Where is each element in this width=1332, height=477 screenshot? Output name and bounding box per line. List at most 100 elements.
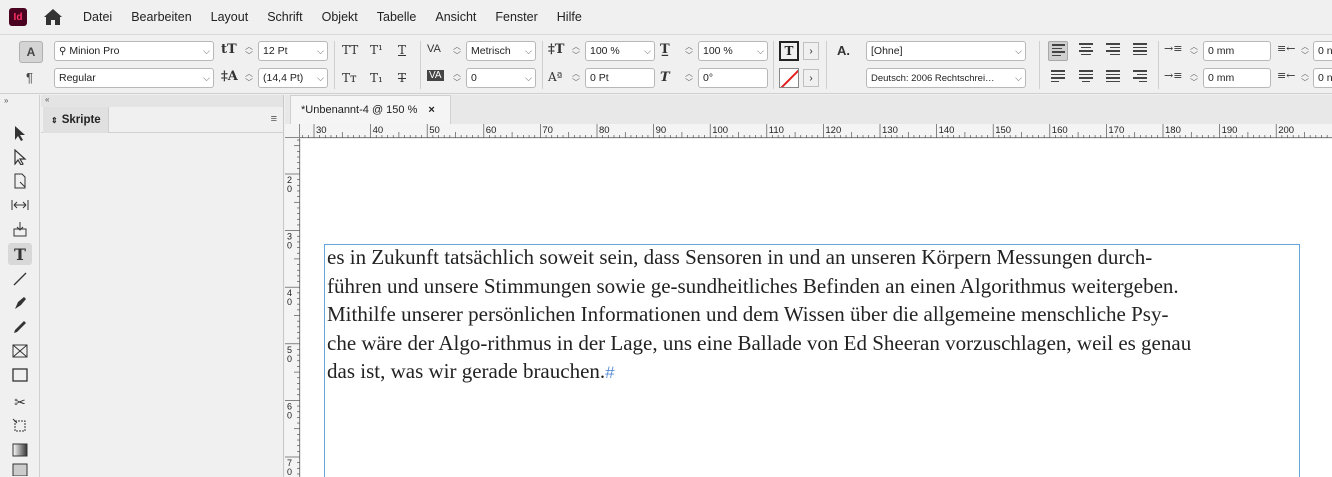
gradient-tool-icon[interactable]	[8, 439, 32, 461]
chevron-right-icon[interactable]: ›	[803, 42, 819, 60]
strikethrough-icon[interactable]: T	[398, 71, 406, 85]
menu-schrift[interactable]: Schrift	[267, 10, 302, 24]
menu-objekt[interactable]: Objekt	[322, 10, 358, 24]
font-size-stepper[interactable]: ︿ ﹀	[243, 42, 255, 62]
chevron-right-icon[interactable]: ›	[803, 69, 819, 87]
menu-fenster[interactable]: Fenster	[495, 10, 537, 24]
selection-tool-icon[interactable]	[8, 122, 32, 144]
rectangle-frame-tool-icon[interactable]	[8, 340, 32, 362]
chevron-down-icon[interactable]: ⌵	[525, 46, 532, 57]
paragraph-formatting-icon[interactable]: ¶	[26, 70, 33, 85]
baseline-shift-field[interactable]: 0 Pt	[585, 68, 655, 88]
align-towards-spine-icon[interactable]	[1130, 68, 1150, 88]
horizontal-scale-icon: T̲	[660, 42, 670, 57]
chevron-down-icon[interactable]: ⌵	[644, 46, 651, 57]
font-style-field[interactable]: Regular ⌵	[54, 68, 214, 88]
leading-stepper[interactable]: ︿ ﹀	[243, 69, 255, 89]
panel-menu-icon[interactable]: ≡	[271, 113, 277, 125]
ruler-tick-label: 60	[486, 125, 497, 136]
line-tool-icon[interactable]	[8, 268, 32, 290]
all-caps-icon[interactable]: TT	[342, 43, 358, 57]
right-indent-stepper[interactable]: ︿ ﹀	[1299, 42, 1311, 62]
align-center-icon[interactable]	[1076, 41, 1096, 61]
align-justify-icon[interactable]	[1130, 41, 1150, 61]
horizontal-scale-stepper[interactable]: ︿ ﹀	[683, 42, 695, 62]
chevron-down-icon[interactable]: ⌵	[203, 73, 210, 84]
character-formatting-icon[interactable]: A	[19, 41, 43, 63]
text-content[interactable]: es in Zukunft tatsächlich soweit sein, d…	[327, 243, 1299, 388]
menu-bearbeiten[interactable]: Bearbeiten	[131, 10, 191, 24]
ruler-tick-label: 0	[287, 354, 292, 364]
tab-scripts[interactable]: ⇕ Skripte	[43, 107, 109, 133]
vertical-ruler[interactable]: 203040506070	[285, 138, 300, 477]
right-indent-field[interactable]: 0 n	[1313, 41, 1332, 61]
scissors-tool-icon[interactable]: ✂	[8, 391, 32, 413]
horizontal-ruler[interactable]: 30 40 50 60 70 80 90 100 110 120 130 140 150 160 170 18…	[300, 124, 1332, 138]
direct-selection-tool-icon[interactable]	[8, 146, 32, 168]
note-tool-icon[interactable]	[8, 462, 32, 476]
menu-hilfe[interactable]: Hilfe	[557, 10, 582, 24]
chevron-down-icon[interactable]: ⌵	[317, 46, 324, 57]
justify-last-center-icon[interactable]	[1076, 68, 1096, 88]
subscript-icon[interactable]: T₁	[370, 71, 383, 85]
justify-last-left-icon[interactable]	[1048, 68, 1068, 88]
type-tool-icon[interactable]: T	[8, 243, 32, 265]
menu-tabelle[interactable]: Tabelle	[377, 10, 417, 24]
horizontal-scale-field[interactable]: 100 % ⌵	[698, 41, 768, 61]
kerning-stepper[interactable]: ︿ ﹀	[451, 42, 463, 62]
left-indent-stepper[interactable]: ︿ ﹀	[1188, 42, 1200, 62]
align-right-icon[interactable]	[1103, 41, 1123, 61]
vertical-scale-stepper[interactable]: ︿ ﹀	[570, 42, 582, 62]
small-caps-icon[interactable]: Tт	[342, 71, 357, 85]
document-tab[interactable]: *Unbenannt-4 @ 150 % ×	[290, 95, 451, 124]
leading-field[interactable]: (14,4 Pt) ⌵	[258, 68, 328, 88]
ruler-tick-label: 150	[995, 125, 1011, 136]
content-collector-tool-icon[interactable]	[8, 218, 32, 240]
page-tool-icon[interactable]	[8, 170, 32, 192]
left-indent-field[interactable]: 0 mm	[1203, 41, 1271, 61]
language-field[interactable]: Deutsch: 2006 Rechtschrei… ⌵	[866, 68, 1026, 88]
collapse-icon[interactable]: «	[45, 95, 49, 104]
chevron-down-icon[interactable]: ⌵	[203, 46, 210, 57]
align-left-icon[interactable]	[1048, 41, 1068, 61]
character-style-field[interactable]: [Ohne] ⌵	[866, 41, 1026, 61]
home-icon[interactable]	[43, 7, 63, 27]
pencil-tool-icon[interactable]	[8, 316, 32, 338]
first-line-indent-stepper[interactable]: ︿ ﹀	[1188, 69, 1200, 89]
chevron-down-icon[interactable]: ⌵	[317, 73, 324, 84]
tracking-field[interactable]: 0 ⌵	[466, 68, 536, 88]
rectangle-tool-icon[interactable]	[8, 364, 32, 386]
close-icon[interactable]: ×	[428, 104, 434, 116]
ruler-origin[interactable]	[285, 124, 300, 138]
pen-tool-icon[interactable]	[8, 292, 32, 314]
skew-field[interactable]: 0°	[698, 68, 768, 88]
chevron-down-icon[interactable]: ⌵	[1015, 73, 1022, 84]
first-line-indent-field[interactable]: 0 mm	[1203, 68, 1271, 88]
vertical-scale-field[interactable]: 100 % ⌵	[585, 41, 655, 61]
kerning-field[interactable]: Metrisch ⌵	[466, 41, 536, 61]
tracking-stepper[interactable]: ︿ ﹀	[451, 69, 463, 89]
chevron-down-icon[interactable]: ⌵	[525, 73, 532, 84]
chevron-down-icon[interactable]: ⌵	[1015, 46, 1022, 57]
menu-layout[interactable]: Layout	[211, 10, 249, 24]
text-fill-icon[interactable]: T	[779, 41, 799, 61]
skew-stepper[interactable]: ︿ ﹀	[683, 69, 695, 89]
justify-all-icon[interactable]	[1103, 68, 1123, 88]
collapse-icon[interactable]: »	[4, 96, 8, 105]
superscript-icon[interactable]: T¹	[370, 43, 383, 57]
underline-icon[interactable]: T	[398, 43, 406, 57]
stroke-none-icon[interactable]	[779, 68, 799, 88]
chevron-down-icon[interactable]: ⌵	[757, 46, 764, 57]
document-page[interactable]: es in Zukunft tatsächlich soweit sein, d…	[301, 139, 1332, 477]
menu-ansicht[interactable]: Ansicht	[435, 10, 476, 24]
text-frame[interactable]: es in Zukunft tatsächlich soweit sein, d…	[324, 244, 1300, 477]
font-size-field[interactable]: 12 Pt ⌵	[258, 41, 328, 61]
free-transform-tool-icon[interactable]	[8, 415, 32, 437]
gap-tool-icon[interactable]	[8, 194, 32, 216]
baseline-shift-stepper[interactable]: ︿ ﹀	[570, 69, 582, 89]
last-line-indent-stepper[interactable]: ︿ ﹀	[1299, 69, 1311, 89]
ruler-tick-label: 180	[1165, 125, 1181, 136]
menu-datei[interactable]: Datei	[83, 10, 112, 24]
font-family-field[interactable]: ⚲ Minion Pro ⌵	[54, 41, 214, 61]
last-line-indent-field[interactable]: 0 n	[1313, 68, 1332, 88]
